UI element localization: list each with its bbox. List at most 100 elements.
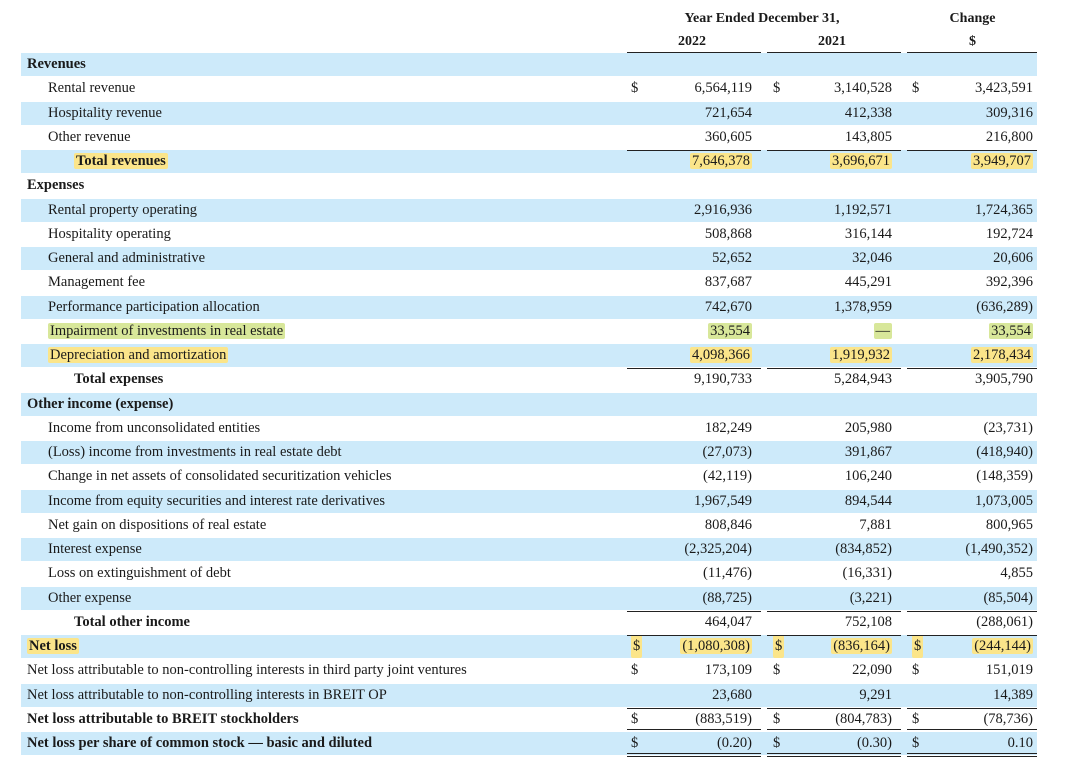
value-change: 800,965 — [985, 516, 1033, 533]
currency-symbol: $ — [631, 80, 639, 97]
row-label: Hospitality revenue — [48, 102, 162, 125]
currency-symbol: $ — [631, 662, 639, 679]
currency-symbol: $ — [912, 635, 924, 658]
row-label-text: Interest expense — [48, 541, 142, 557]
income-statement: Year Ended December 31, Change 2022 2021… — [0, 0, 1067, 777]
table-row: Total expenses 9,190,733 5,284,943 3,905,79… — [21, 368, 1037, 391]
row-label-text: Other expense — [48, 589, 132, 606]
total-double-rule — [767, 753, 901, 757]
value-2021: 752,108 — [844, 613, 892, 630]
value-2022: (1,080,308) — [680, 638, 752, 654]
row-label: Income from unconsolidated entities — [48, 417, 260, 440]
row-label-text: General and administrative — [48, 250, 206, 266]
row-label: Revenues — [27, 53, 86, 76]
value-change: (148,359) — [976, 468, 1033, 485]
currency-symbol: $ — [631, 710, 639, 727]
value-change: 216,800 — [985, 128, 1033, 145]
value-change: 1,724,365 — [975, 201, 1033, 218]
table-row: Hospitality operating 508,868 316,144 192,7… — [21, 223, 1037, 246]
row-label: Income from equity securities and intere… — [48, 490, 385, 513]
table-row: (Loss) income from investments in real e… — [21, 441, 1037, 464]
row-label: Total other income — [74, 611, 190, 634]
section-heading-row: Expenses — [21, 174, 1037, 197]
value-2022: 360,605 — [704, 128, 752, 145]
value-2021: (834,852) — [835, 541, 892, 557]
row-label-text: Performance participation allocation — [48, 298, 260, 315]
header-period: Year Ended December 31, — [684, 11, 840, 26]
value-change: (78,736) — [983, 710, 1033, 727]
row-label-text: Expenses — [27, 177, 85, 194]
row-label: Other expense — [48, 587, 131, 610]
table-row: Income from unconsolidated entities 182,2… — [21, 417, 1037, 440]
value-2022: 1,967,549 — [694, 492, 752, 509]
subtotal-rule — [907, 635, 1037, 636]
value-change: 3,949,707 — [971, 153, 1033, 169]
value-change: 3,905,790 — [975, 371, 1033, 388]
currency-symbol: $ — [773, 662, 781, 679]
row-label-text: Rental revenue — [48, 80, 136, 97]
row-label-text: Hospitality operating — [48, 225, 171, 242]
row-label-text: Total expenses — [74, 371, 164, 388]
row-label-text: Rental property operating — [48, 201, 197, 218]
value-2022: 742,670 — [704, 298, 752, 315]
row-label-text: Change in net assets of consolidated sec… — [48, 468, 392, 485]
value-2021: 391,867 — [844, 444, 892, 460]
value-2021: 106,240 — [844, 468, 892, 485]
value-2021: 22,090 — [852, 662, 892, 679]
value-2022: 173,109 — [704, 662, 752, 679]
subtotal-rule — [907, 150, 1037, 151]
currency-symbol: $ — [773, 80, 781, 97]
value-2021: 412,338 — [844, 104, 892, 121]
value-change: 2,178,434 — [971, 347, 1033, 363]
header-change: Change — [949, 11, 996, 26]
value-2022: (0.20) — [716, 735, 752, 751]
subtotal-rule — [627, 150, 761, 151]
section-heading-row: Other income (expense) — [21, 392, 1037, 416]
subtotal-rule — [907, 610, 1037, 612]
currency-symbol: $ — [773, 710, 781, 727]
currency-symbol: $ — [912, 710, 920, 727]
table-row: Management fee 837,687 445,291 392,396 — [21, 271, 1037, 294]
value-2021: 1,192,571 — [834, 201, 892, 218]
subtotal-rule — [627, 610, 761, 612]
value-change: 3,423,591 — [975, 80, 1033, 97]
row-label-text: Net gain on dispositions of real estate — [48, 516, 267, 533]
value-2022: 33,554 — [708, 322, 752, 339]
value-2022: 23,680 — [712, 686, 752, 703]
row-label: Rental revenue — [48, 77, 135, 100]
value-change: (244,144) — [972, 638, 1033, 654]
value-2021: (3,221) — [849, 589, 892, 606]
table-row: Net loss attributable to non-controlling… — [21, 683, 1037, 707]
table-row: Other revenue 360,605 143,805 216,800 — [21, 126, 1037, 149]
row-label-text: Net loss attributable to non-controlling… — [27, 662, 467, 679]
row-label-text: Net loss — [27, 638, 79, 654]
row-label: Loss on extinguishment of debt — [48, 562, 231, 585]
row-label: (Loss) income from investments in real e… — [48, 441, 342, 464]
value-change: 192,724 — [985, 225, 1033, 242]
row-label: Management fee — [48, 271, 145, 294]
currency-symbol: $ — [912, 735, 920, 751]
row-label-text: Loss on extinguishment of debt — [48, 565, 231, 582]
section-heading-row: Revenues — [21, 53, 1037, 76]
row-label-text: Other income (expense) — [27, 395, 174, 412]
value-2022: 464,047 — [704, 613, 752, 630]
value-2022: 4,098,366 — [690, 347, 752, 363]
total-double-rule — [907, 753, 1037, 757]
value-2021: 316,144 — [844, 225, 892, 242]
currency-symbol: $ — [631, 635, 643, 658]
value-2022: 9,190,733 — [694, 371, 752, 388]
value-2021: 3,140,528 — [834, 80, 892, 97]
table-row: Income from equity securities and intere… — [21, 489, 1037, 513]
subtotal-rule — [627, 368, 761, 370]
table-row: Loss on extinguishment of debt (11,476) (1… — [21, 562, 1037, 585]
table-row: Change in net assets of consolidated sec… — [21, 465, 1037, 488]
value-2021: 9,291 — [859, 686, 892, 703]
value-change: (85,504) — [983, 589, 1033, 606]
currency-symbol: $ — [773, 635, 785, 658]
row-label-text: Other revenue — [48, 128, 131, 145]
row-label-text: Net loss attributable to BREIT stockhold… — [27, 710, 299, 727]
table-row: Total revenues 7,646,378 3,696,671 3,949,70… — [21, 150, 1037, 173]
row-label: Performance participation allocation — [48, 296, 260, 319]
row-label-text: Income from equity securities and intere… — [48, 492, 385, 509]
value-2022: 182,249 — [704, 419, 752, 436]
